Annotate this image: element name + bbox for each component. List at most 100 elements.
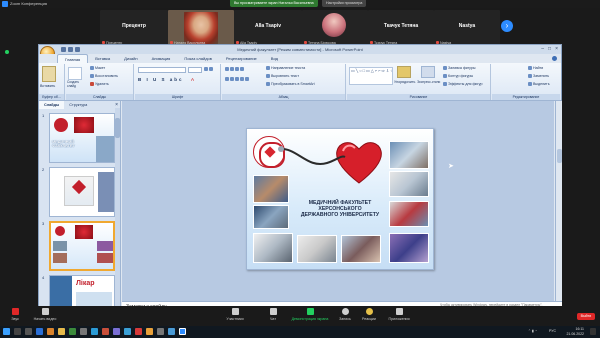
audio-button[interactable]: Звук — [0, 306, 30, 326]
align-icons[interactable] — [225, 77, 250, 82]
task-view-icon[interactable] — [25, 328, 32, 335]
find-button[interactable]: Найти — [528, 66, 543, 71]
tab-animation[interactable]: Анимация — [145, 54, 178, 63]
mouse-cursor-icon: ➤ — [448, 163, 454, 170]
search-icon[interactable] — [14, 328, 21, 335]
shape-fill-button[interactable]: Заливка фигуры — [443, 66, 475, 71]
font-format-buttons[interactable]: B I U S abc — [138, 77, 184, 82]
group-slides: Создать слайд Макет Восстановить Удалить… — [66, 64, 134, 100]
slide-thumbnail-1[interactable]: МЕДИЧНИЙ ФАКУЛЬТЕТ — [49, 113, 115, 163]
file-explorer-icon[interactable] — [58, 328, 65, 335]
grow-font-icon[interactable] — [204, 67, 214, 72]
align-text-button[interactable]: Выровнять текст — [266, 74, 299, 79]
leave-button[interactable]: Выйти — [577, 313, 595, 320]
new-slide-button[interactable]: Создать слайд — [67, 80, 87, 89]
shape-outline-button[interactable]: Контур фигуры — [443, 74, 473, 79]
tab-insert[interactable]: Вставка — [88, 54, 117, 63]
apps-button[interactable]: Приложения — [382, 306, 416, 326]
participant-tile-video[interactable]: Наталя Васильева — [168, 10, 234, 46]
undo-icon[interactable] — [68, 47, 73, 52]
taskbar-app-icon[interactable] — [157, 328, 164, 335]
avatar — [322, 13, 346, 37]
tab-slideshow[interactable]: Показ слайдов — [177, 54, 219, 63]
next-page-arrow-icon[interactable]: › — [501, 20, 513, 32]
taskbar-app-icon[interactable] — [168, 328, 175, 335]
participant-tile[interactable]: Alla Tsapiv Alla Tsapiv — [234, 10, 302, 46]
quick-styles-button[interactable]: Экспресс-стили — [417, 80, 440, 84]
minimize-icon[interactable]: – — [541, 45, 544, 54]
smartart-button[interactable]: Преобразовать в SmartArt — [266, 82, 315, 87]
close-icon[interactable]: × — [555, 45, 558, 54]
chat-button[interactable]: Чат — [258, 306, 288, 326]
participant-tile[interactable]: Ткачук Тетяна Ткачук Тетяна — [368, 10, 434, 46]
shapes-gallery[interactable]: ▭╲○□▭△⌐⌐⇨⇩☆{} — [349, 67, 393, 85]
slide-thumbnail-2[interactable] — [49, 167, 115, 217]
select-button[interactable]: Выделить — [528, 82, 550, 87]
chrome-icon[interactable] — [146, 328, 153, 335]
tab-outline[interactable]: Структура — [64, 101, 92, 109]
zoom-taskbar-icon[interactable] — [179, 328, 186, 335]
photo-hospital — [389, 171, 429, 197]
tray-icons[interactable]: ⌃ ▮ ◔ — [528, 329, 537, 334]
excel-icon[interactable] — [69, 328, 76, 335]
reset-button[interactable]: Восстановить — [90, 74, 118, 79]
windows-start-icon[interactable] — [3, 328, 10, 335]
participant-tile-photo[interactable]: Тетяна Бірюкова — [302, 10, 368, 46]
participants-button[interactable]: Участники — [220, 306, 250, 326]
save-icon[interactable] — [61, 47, 66, 52]
telegram-icon[interactable] — [124, 328, 131, 335]
photo-group-2 — [253, 205, 289, 229]
tab-slides[interactable]: Слайды — [39, 101, 65, 109]
panel-scrollbar[interactable] — [115, 108, 120, 310]
photo-lab — [389, 141, 429, 169]
viber-icon[interactable] — [113, 328, 120, 335]
reactions-button[interactable]: Реакции — [354, 306, 384, 326]
record-icon — [341, 308, 349, 315]
tab-view[interactable]: Вид — [264, 54, 285, 63]
participants-icon — [231, 308, 239, 315]
powerpoint-icon[interactable] — [47, 328, 54, 335]
photo-class — [297, 235, 337, 263]
tab-review[interactable]: Рецензирование — [219, 54, 264, 63]
paste-button[interactable]: Вставить — [40, 84, 55, 88]
opera-icon[interactable] — [135, 328, 142, 335]
participant-tile[interactable]: Nastya Nastya — [434, 10, 500, 46]
apps-icon — [395, 308, 403, 315]
slides-panel: Слайды Структура × 1 МЕДИЧНИЙ ФАКУЛЬТЕТ … — [39, 101, 121, 311]
redo-icon[interactable] — [75, 47, 80, 52]
text-direction-button[interactable]: Направление текста — [266, 66, 305, 71]
taskbar-app-icon[interactable] — [80, 328, 87, 335]
maximize-icon[interactable]: □ — [548, 45, 551, 54]
participant-tile[interactable]: Прецентр Прецентр — [100, 10, 168, 46]
quick-styles-icon — [421, 66, 435, 78]
arrange-icon — [397, 66, 411, 78]
ppt-title-bar: Медичний факультет [Режим совместимости]… — [39, 45, 561, 54]
start-video-button[interactable]: Начать видео — [30, 306, 60, 326]
editor-scrollbar[interactable] — [555, 101, 562, 301]
font-family-select[interactable] — [138, 67, 186, 73]
language-indicator[interactable]: РУС — [549, 329, 556, 334]
clock[interactable]: 16:11 21.06.2022 — [562, 327, 584, 336]
replace-button[interactable]: Заменить — [528, 74, 549, 79]
view-options-button[interactable]: Настройки просмотра — [322, 0, 367, 7]
taskbar-app-icon[interactable] — [102, 328, 109, 335]
shape-effects-button[interactable]: Эффекты для фигур — [443, 82, 483, 87]
ribbon-tabs: Главная Вставка Дизайн Анимация Показ сл… — [39, 54, 561, 63]
main-slide[interactable]: МЕДИЧНИЙ ФАКУЛЬТЕТ ХЕРСОНСЬКОГО ДЕРЖАВНО… — [246, 128, 434, 270]
delete-button[interactable]: Удалить — [90, 82, 109, 87]
bullets-icon[interactable] — [225, 67, 245, 72]
layout-button[interactable]: Макет — [90, 66, 105, 71]
share-screen-button[interactable]: Демонстрация экрана — [290, 306, 330, 326]
notifications-icon[interactable] — [590, 328, 596, 335]
slide-thumbnail-3-selected[interactable] — [49, 221, 115, 271]
edge-icon[interactable] — [91, 328, 98, 335]
photo-event — [389, 233, 429, 263]
word-icon[interactable] — [36, 328, 43, 335]
tab-design[interactable]: Дизайн — [117, 54, 144, 63]
help-icon[interactable] — [552, 56, 557, 61]
window-controls: – □ × — [541, 45, 558, 54]
tab-home[interactable]: Главная — [57, 54, 89, 63]
font-size-select[interactable] — [188, 67, 202, 73]
font-color-icon[interactable]: A — [191, 77, 194, 82]
arrange-button[interactable]: Упорядочить — [394, 80, 415, 84]
